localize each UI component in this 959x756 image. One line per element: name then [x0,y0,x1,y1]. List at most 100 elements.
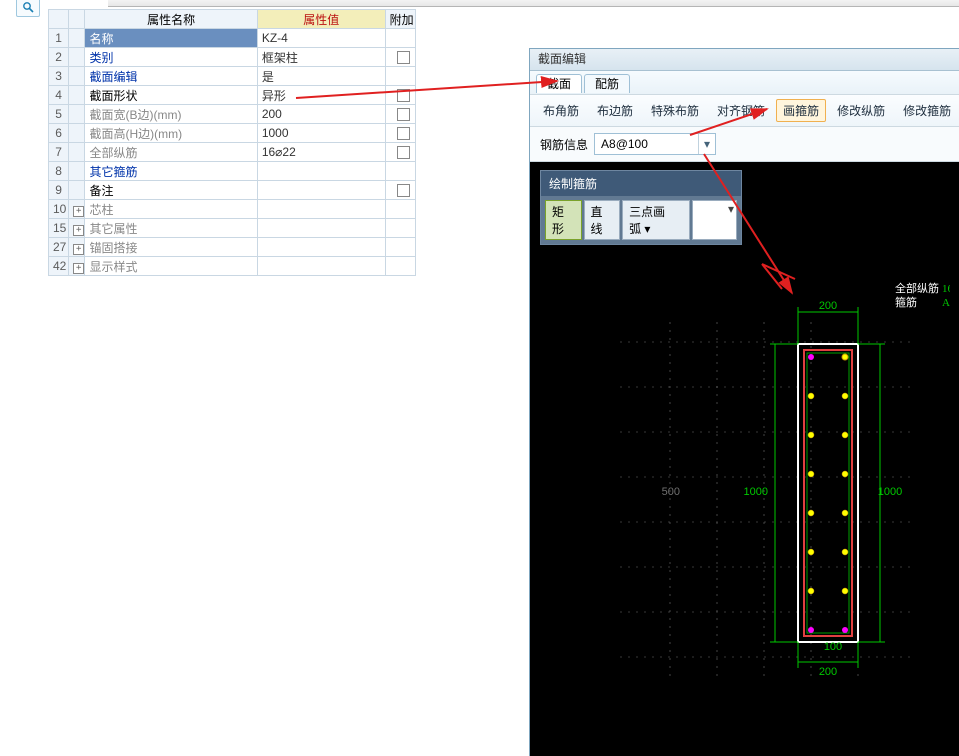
col-attach[interactable]: 附加 [385,10,415,29]
attach-cell [385,219,415,238]
col-exp [69,10,85,29]
table-row[interactable]: 4截面形状异形 [49,86,416,105]
attach-cell[interactable] [385,105,415,124]
checkbox-icon[interactable] [397,146,410,159]
table-row[interactable]: 9备注 [49,181,416,200]
attach-cell [385,67,415,86]
row-number: 3 [49,67,69,86]
expand-icon[interactable]: + [73,225,84,236]
prop-value[interactable]: 200 [257,105,385,124]
drawing-canvas[interactable]: 绘制箍筋 矩形 直线 三点画弧 ▾ ▾ [530,162,959,756]
prop-name: 全部纵筋 [85,143,257,162]
svg-text:100: 100 [824,641,842,653]
expand-cell [69,86,85,105]
row-number: 10 [49,200,69,219]
prop-value[interactable] [257,200,385,219]
rebar-combo[interactable]: A8@100 ▾ [594,133,716,155]
cmd-edge[interactable]: 布边筋 [590,99,640,122]
svg-text:A8@100: A8@100 [942,297,950,309]
tab-section[interactable]: 截面 [536,74,582,93]
checkbox-icon[interactable] [397,108,410,121]
expand-cell[interactable]: + [69,257,85,276]
svg-text:1000: 1000 [878,486,902,498]
expand-cell [69,105,85,124]
checkbox-icon[interactable] [397,51,410,64]
property-grid[interactable]: 属性名称 属性值 附加 1名称KZ-42类别框架柱3截面编辑是4截面形状异形5截… [48,9,416,276]
attach-cell[interactable] [385,48,415,67]
expand-icon[interactable]: + [73,244,84,255]
cmd-draw-stirrup[interactable]: 画箍筋 [776,99,826,122]
attach-cell [385,29,415,48]
section-drawing: 200 200 1000 1000 100 500 全部纵筋 箍筋 16C22 … [580,212,950,756]
col-name[interactable]: 属性名称 [85,10,257,29]
expand-cell[interactable]: + [69,200,85,219]
expand-cell [69,181,85,200]
table-row[interactable]: 6 截面高(H边)(mm)1000 [49,124,416,143]
cmd-corner[interactable]: 布角筋 [536,99,586,122]
attach-cell[interactable] [385,181,415,200]
attach-cell [385,162,415,181]
prop-value[interactable] [257,238,385,257]
prop-name: 截面高(H边)(mm) [85,124,257,143]
row-number: 9 [49,181,69,200]
editor-tabbar: 截面 配筋 [530,71,959,94]
rebar-label: 钢筋信息 [540,136,588,153]
expand-cell [69,29,85,48]
checkbox-icon[interactable] [397,127,410,140]
attach-cell[interactable] [385,143,415,162]
ruler-bar [108,0,959,7]
tool-panel-title: 绘制箍筋 [541,171,741,196]
table-row[interactable]: 5截面宽(B边)(mm)200 [49,105,416,124]
cmd-align[interactable]: 对齐钢筋 [710,99,772,122]
prop-value[interactable]: 异形 [257,86,385,105]
prop-name: 其它属性 [85,219,257,238]
table-row[interactable]: 42+显示样式 [49,257,416,276]
attach-cell[interactable] [385,86,415,105]
prop-value[interactable]: 16⌀22 [257,143,385,162]
table-row[interactable]: 8 其它箍筋 [49,162,416,181]
prop-value[interactable] [257,162,385,181]
col-value[interactable]: 属性值 [257,10,385,29]
prop-value[interactable]: 1000 [257,124,385,143]
svg-text:200: 200 [819,666,837,678]
table-row[interactable]: 7全部纵筋16⌀22 [49,143,416,162]
prop-value[interactable]: 是 [257,67,385,86]
tool-rectangle[interactable]: 矩形 [545,200,582,240]
expand-icon[interactable]: + [73,206,84,217]
row-number: 6 [49,124,69,143]
table-row[interactable]: 1名称KZ-4 [49,29,416,48]
expand-icon[interactable]: + [73,263,84,274]
expand-cell [69,48,85,67]
prop-name: 名称 [85,29,257,48]
prop-value[interactable] [257,181,385,200]
cmd-modify-stirrup[interactable]: 修改箍筋 [896,99,958,122]
chevron-down-icon: ▾ [698,134,715,154]
svg-text:200: 200 [819,300,837,312]
prop-name: 其它箍筋 [85,162,257,181]
prop-value[interactable] [257,219,385,238]
attach-cell[interactable] [385,124,415,143]
svg-text:箍筋: 箍筋 [895,295,917,309]
prop-value[interactable] [257,257,385,276]
table-row[interactable]: 15+其它属性 [49,219,416,238]
cmd-special[interactable]: 特殊布筋 [644,99,706,122]
rebar-value: A8@100 [601,137,648,151]
table-row[interactable]: 27+锚固搭接 [49,238,416,257]
magnify-icon[interactable] [16,0,40,17]
checkbox-icon[interactable] [397,184,410,197]
editor-cmdbar: 布角筋 布边筋 特殊布筋 对齐钢筋 画箍筋 修改纵筋 修改箍筋 编辑弯 [530,94,959,127]
attach-cell [385,257,415,276]
table-row[interactable]: 2类别框架柱 [49,48,416,67]
row-number: 2 [49,48,69,67]
prop-value[interactable]: KZ-4 [257,29,385,48]
prop-value[interactable]: 框架柱 [257,48,385,67]
row-number: 8 [49,162,69,181]
cmd-modify-long[interactable]: 修改纵筋 [830,99,892,122]
prop-name: 显示样式 [85,257,257,276]
table-row[interactable]: 3截面编辑是 [49,67,416,86]
checkbox-icon[interactable] [397,89,410,102]
expand-cell[interactable]: + [69,219,85,238]
tab-rebar[interactable]: 配筋 [584,74,630,93]
expand-cell[interactable]: + [69,238,85,257]
table-row[interactable]: 10+芯柱 [49,200,416,219]
